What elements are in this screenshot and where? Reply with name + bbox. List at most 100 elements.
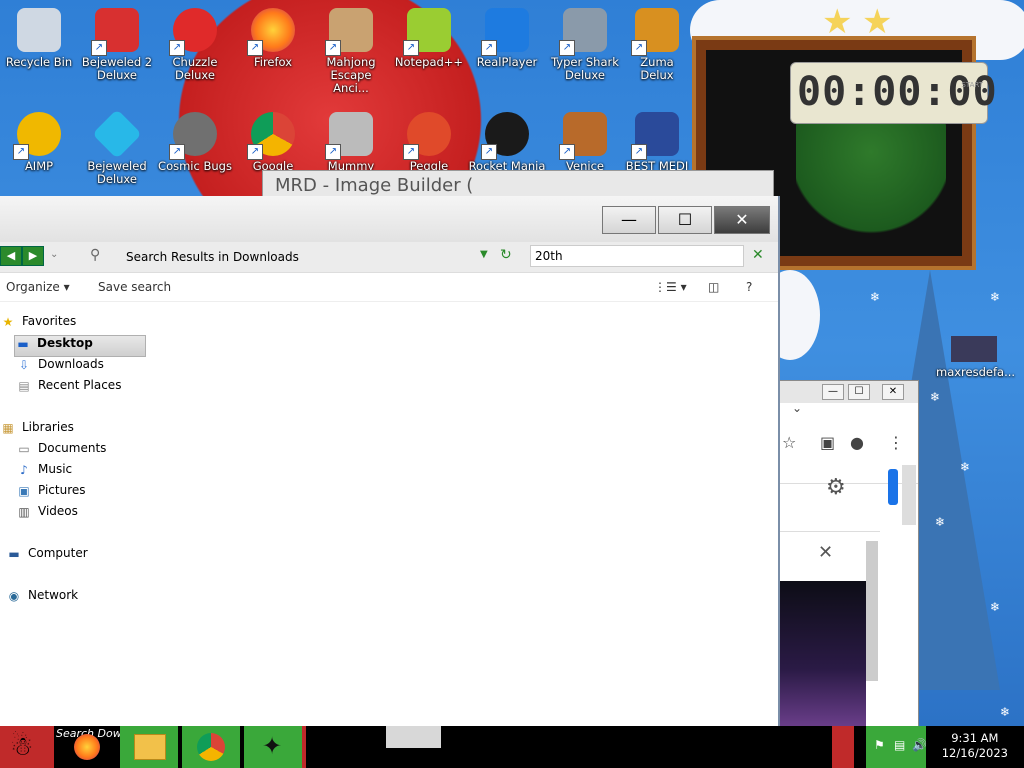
back-button[interactable]: ◀ [0,246,22,266]
desktop-icon-typer-shark[interactable]: ↗ Typer Shark Deluxe [546,8,624,82]
taskbar-chrome[interactable] [182,726,240,768]
clear-search-icon[interactable]: ✕ [752,247,764,263]
peggle-icon: ↗ [403,112,451,160]
desktop-icon-cosmic-bugs[interactable]: ↗ Cosmic Bugs [156,112,234,173]
libraries-icon: ▦ [2,420,14,435]
settings-gear-icon[interactable]: ⚙ [826,475,846,500]
menu-dots-icon[interactable]: ⋮ [888,433,904,452]
desktop-icon-mummy[interactable]: ↗ Mummy [312,112,390,173]
realplayer-icon: ↗ [481,8,529,56]
bejeweled-2-icon: ↗ [91,8,139,56]
typer-shark-icon: ↗ [559,8,607,56]
pictures-icon: ▣ [18,483,30,498]
taskbar-divider [302,726,306,768]
desktop-icon-notepad-plus[interactable]: ↗ Notepad++ [390,8,468,69]
taskbar-explorer[interactable] [120,726,178,768]
videos-icon: ▥ [18,504,30,519]
save-search-button[interactable]: Save search [98,280,171,294]
background-window-title: MRD - Image Builder ( [275,175,474,196]
blue-button[interactable] [888,469,898,505]
music-icon: ♪ [20,462,28,477]
taskbar-clock[interactable]: 9:31 AM 12/16/2023 [942,731,1008,761]
nav-computer[interactable]: ▬ Computer [6,546,87,566]
documents-icon: ▭ [18,441,30,456]
nav-desktop[interactable]: ▬ Desktop [14,335,146,357]
computer-icon: ▬ [8,546,20,561]
close-button[interactable]: ✕ [714,206,770,234]
desktop-icon-aimp[interactable]: ↗ AIMP [0,112,78,173]
firefox-icon [74,734,100,760]
command-bar: Organize ▾ Save search ⋮☰ ▾ ◫ ? [0,273,778,302]
system-tray: ⚑ ▤ 🔊 [866,726,927,768]
nav-downloads[interactable]: ⇩ Downloads [16,357,104,377]
chrome-icon [197,733,225,761]
network-status-icon[interactable]: ⚑ [874,738,885,752]
bejeweled-icon [92,109,142,159]
nav-music[interactable]: ♪ Music [16,462,72,482]
desktop-icon-google-chrome[interactable]: ↗ Google [234,112,312,173]
maximize-icon[interactable]: ☐ [848,384,870,400]
scrollbar[interactable] [866,541,878,681]
organize-button[interactable]: Organize ▾ [6,280,70,294]
close-icon[interactable]: ✕ [882,384,904,400]
taskbar-firefox[interactable] [70,726,104,768]
chevron-down-icon[interactable]: ⌄ [792,401,802,415]
desktop-icon-mahjong[interactable]: ↗ Mahjong Escape Anci... [312,8,390,95]
help-icon[interactable]: ? [746,280,752,294]
desktop-icon-maxresdefault[interactable]: maxresdefa... [936,336,1015,379]
clock-digits: 00:00:00 [797,69,998,115]
maximize-button[interactable]: ☐ [658,206,712,234]
explorer-titlebar[interactable]: — ☐ ✕ [0,196,778,242]
nav-pictures[interactable]: ▣ Pictures [16,483,85,503]
address-dropdown-icon[interactable]: ▼ [480,249,488,260]
taskbar-app[interactable]: ✦ [244,726,302,768]
desktop-icon-recycle-bin[interactable]: Recycle Bin [0,8,78,69]
profile-icon[interactable]: ● [850,433,864,452]
explorer-window[interactable]: — ☐ ✕ ◀ ▶ ⌄ ⚲ Search Results in Download… [0,196,780,728]
chrome-window[interactable]: — ☐ ✕ ⌄ ☆ ▣ ● ⋮ ⚙ ✕ [779,380,919,728]
snowflake: ❄ [935,515,946,529]
address-path[interactable]: Search Results in Downloads [126,250,299,264]
dialog-header: ✕ [780,531,880,582]
forward-button[interactable]: ▶ [22,246,44,266]
refresh-icon[interactable]: ↻ [500,247,512,263]
app-icon: ✦ [262,732,283,760]
desktop-icon-rocket-mania[interactable]: ↗ Rocket Mania [468,112,546,173]
nav-recent-places[interactable]: ▤ Recent Places [16,378,121,398]
start-button[interactable]: ☃ [0,726,54,768]
image-file-icon [951,336,997,362]
taskbar-preview-thumbnail[interactable] [386,726,441,748]
bookmark-star-icon[interactable]: ☆ [782,433,796,452]
chrome-icon: ↗ [247,112,295,160]
show-hidden-icons[interactable] [832,726,854,768]
taskbar: ☃ Search Dow ✦ ⚑ ▤ 🔊 9:31 AM 12/16/2023 [0,726,1024,768]
history-dropdown-icon[interactable]: ⌄ [50,249,58,260]
minimize-button[interactable]: — [602,206,656,234]
search-input[interactable]: 20th [530,245,744,267]
nav-documents[interactable]: ▭ Documents [16,441,106,461]
nav-libraries[interactable]: ▦ Libraries [0,420,74,440]
nav-network[interactable]: ◉ Network [6,588,78,608]
desktop-icon-zuma[interactable]: ↗ Zuma Delux [622,8,692,82]
desktop-icon-xmplay[interactable]: ↗ BEST MEDI [622,112,692,173]
sidepanel-icon[interactable]: ▣ [820,433,835,452]
preview-pane-icon[interactable]: ◫ [708,280,719,294]
firefox-icon: ↗ [247,8,295,56]
desktop-icon-firefox[interactable]: ↗ Firefox [234,8,312,69]
tray-icon[interactable]: ▤ [894,738,905,752]
scrollbar[interactable] [902,465,916,525]
snowflake: ❄ [990,600,1001,614]
volume-icon[interactable]: 🔊 [912,738,927,752]
desktop-icon-realplayer[interactable]: ↗ RealPlayer [468,8,546,69]
nav-videos[interactable]: ▥ Videos [16,504,78,524]
minimize-icon[interactable]: — [822,384,844,400]
desktop-icon-bejeweled[interactable]: Bejeweled Deluxe [78,109,156,186]
close-icon[interactable]: ✕ [818,542,833,563]
network-icon: ◉ [8,588,20,603]
desktop-icon-bejeweled-2[interactable]: ↗ Bejeweled 2 Deluxe [78,8,156,82]
xmplay-icon: ↗ [631,112,679,160]
desktop-icon-chuzzle[interactable]: ↗ Chuzzle Deluxe [156,8,234,82]
recent-places-icon: ▤ [18,378,30,393]
view-options-icon[interactable]: ⋮☰ ▾ [654,280,687,294]
nav-favorites[interactable]: ★ Favorites [0,314,77,334]
